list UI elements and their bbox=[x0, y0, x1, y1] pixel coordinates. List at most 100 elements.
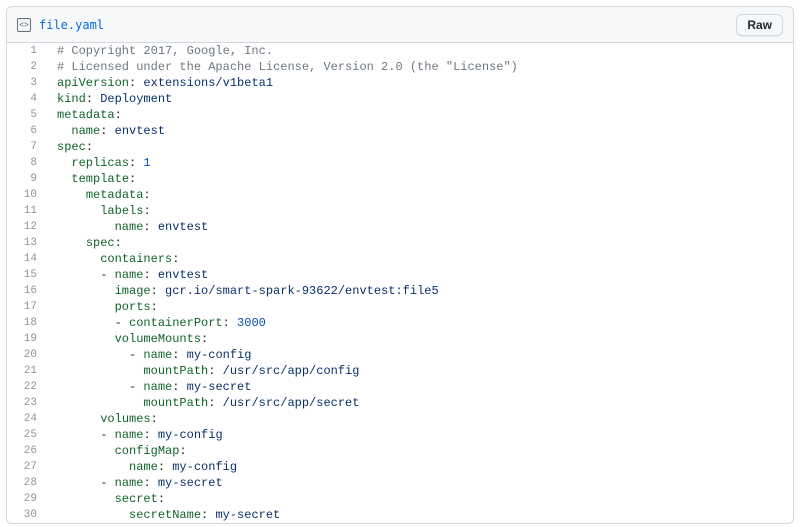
code-line: 9 template: bbox=[7, 171, 793, 187]
line-content: metadata: bbox=[47, 187, 793, 203]
line-number[interactable]: 15 bbox=[7, 267, 47, 283]
line-number[interactable]: 25 bbox=[7, 427, 47, 443]
line-content: metadata: bbox=[47, 107, 793, 123]
line-number[interactable]: 16 bbox=[7, 283, 47, 299]
token-p: : bbox=[223, 316, 237, 330]
token-k: image bbox=[115, 284, 151, 298]
code-line: 30 secretName: my-secret bbox=[7, 507, 793, 523]
line-number[interactable]: 8 bbox=[7, 155, 47, 171]
line-number[interactable]: 23 bbox=[7, 395, 47, 411]
code-line: 7spec: bbox=[7, 139, 793, 155]
line-number[interactable]: 30 bbox=[7, 507, 47, 523]
token-n: 1 bbox=[143, 156, 150, 170]
line-number[interactable]: 12 bbox=[7, 219, 47, 235]
code-line: 25 - name: my-config bbox=[7, 427, 793, 443]
token-s: envtest bbox=[158, 220, 208, 234]
token-p: : bbox=[151, 284, 165, 298]
token-k: name bbox=[115, 428, 144, 442]
code-line: 29 secret: bbox=[7, 491, 793, 507]
line-number[interactable]: 5 bbox=[7, 107, 47, 123]
token-k: name bbox=[143, 348, 172, 362]
token-k: name bbox=[115, 268, 144, 282]
token-p: : bbox=[151, 300, 158, 314]
line-content: configMap: bbox=[47, 443, 793, 459]
line-number[interactable]: 17 bbox=[7, 299, 47, 315]
code-line: 5metadata: bbox=[7, 107, 793, 123]
line-number[interactable]: 22 bbox=[7, 379, 47, 395]
line-content: name: envtest bbox=[47, 123, 793, 139]
token-k: containers bbox=[100, 252, 172, 266]
code-line: 11 labels: bbox=[7, 203, 793, 219]
filename-link[interactable]: file.yaml bbox=[39, 18, 104, 32]
token-k: volumes bbox=[100, 412, 150, 426]
token-p: : bbox=[172, 252, 179, 266]
line-number[interactable]: 9 bbox=[7, 171, 47, 187]
line-content: spec: bbox=[47, 139, 793, 155]
raw-button[interactable]: Raw bbox=[736, 14, 783, 36]
line-number[interactable]: 28 bbox=[7, 475, 47, 491]
token-k: kind bbox=[57, 92, 86, 106]
line-number[interactable]: 2 bbox=[7, 59, 47, 75]
code-icon: <> bbox=[17, 18, 31, 32]
token-s: envtest bbox=[115, 124, 165, 138]
line-number[interactable]: 13 bbox=[7, 235, 47, 251]
line-number[interactable]: 18 bbox=[7, 315, 47, 331]
token-p: : bbox=[143, 268, 157, 282]
line-number[interactable]: 7 bbox=[7, 139, 47, 155]
code-line: 22 - name: my-secret bbox=[7, 379, 793, 395]
token-p: : bbox=[151, 412, 158, 426]
line-number[interactable]: 19 bbox=[7, 331, 47, 347]
line-number[interactable]: 10 bbox=[7, 187, 47, 203]
line-content: name: my-config bbox=[47, 459, 793, 475]
token-p: : bbox=[172, 348, 186, 362]
token-p: : bbox=[86, 92, 100, 106]
token-k: name bbox=[143, 380, 172, 394]
token-p: : bbox=[143, 220, 157, 234]
line-number[interactable]: 3 bbox=[7, 75, 47, 91]
token-p: - bbox=[100, 476, 114, 490]
line-number[interactable]: 21 bbox=[7, 363, 47, 379]
token-p: : bbox=[86, 140, 93, 154]
line-number[interactable]: 14 bbox=[7, 251, 47, 267]
line-content: # Copyright 2017, Google, Inc. bbox=[47, 43, 793, 59]
line-number[interactable]: 29 bbox=[7, 491, 47, 507]
line-number[interactable]: 6 bbox=[7, 123, 47, 139]
line-number[interactable]: 27 bbox=[7, 459, 47, 475]
line-number[interactable]: 24 bbox=[7, 411, 47, 427]
token-s: my-secret bbox=[215, 508, 280, 522]
line-content: kind: Deployment bbox=[47, 91, 793, 107]
line-content: - name: envtest bbox=[47, 267, 793, 283]
line-content: mountPath: /usr/src/app/secret bbox=[47, 395, 793, 411]
token-p: : bbox=[208, 396, 222, 410]
line-content: replicas: 1 bbox=[47, 155, 793, 171]
line-content: secret: bbox=[47, 491, 793, 507]
token-p: - bbox=[100, 428, 114, 442]
token-p: : bbox=[143, 188, 150, 202]
line-number[interactable]: 1 bbox=[7, 43, 47, 59]
token-s: /usr/src/app/config bbox=[223, 364, 360, 378]
token-s: /usr/src/app/secret bbox=[223, 396, 360, 410]
token-k: apiVersion bbox=[57, 76, 129, 90]
code-line: 2# Licensed under the Apache License, Ve… bbox=[7, 59, 793, 75]
token-k: containerPort bbox=[129, 316, 223, 330]
token-p: : bbox=[172, 380, 186, 394]
code-line: 20 - name: my-config bbox=[7, 347, 793, 363]
code-line: 15 - name: envtest bbox=[7, 267, 793, 283]
code-line: 27 name: my-config bbox=[7, 459, 793, 475]
token-k: mountPath bbox=[143, 396, 208, 410]
token-k: spec bbox=[86, 236, 115, 250]
token-cm: # Copyright 2017, Google, Inc. bbox=[57, 44, 273, 58]
code-line: 24 volumes: bbox=[7, 411, 793, 427]
token-k: name bbox=[115, 476, 144, 490]
token-p: : bbox=[143, 428, 157, 442]
line-number[interactable]: 4 bbox=[7, 91, 47, 107]
token-k: secret bbox=[115, 492, 158, 506]
line-content: spec: bbox=[47, 235, 793, 251]
token-p: : bbox=[201, 508, 215, 522]
token-p: : bbox=[115, 236, 122, 250]
line-content: apiVersion: extensions/v1beta1 bbox=[47, 75, 793, 91]
line-number[interactable]: 11 bbox=[7, 203, 47, 219]
token-p: : bbox=[179, 444, 186, 458]
line-number[interactable]: 26 bbox=[7, 443, 47, 459]
line-number[interactable]: 20 bbox=[7, 347, 47, 363]
